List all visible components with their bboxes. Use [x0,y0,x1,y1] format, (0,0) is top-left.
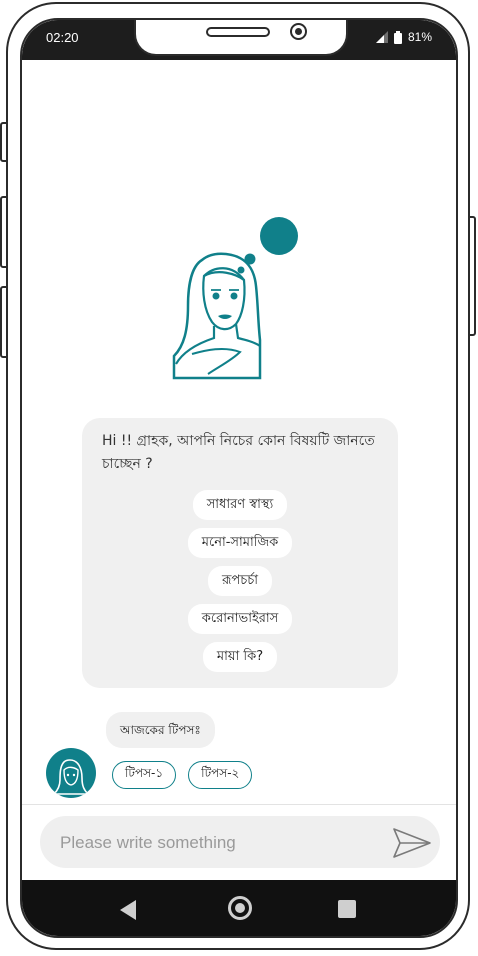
front-camera [290,23,307,40]
topic-options: সাধারণ স্বাস্থ্য মনো-সামাজিক রূপচর্চা কর… [82,490,398,672]
bot-message-card: Hi !! গ্রাহক, আপনি নিচের কোন বিষয়টি জান… [82,418,398,688]
speaker-grill [206,27,270,37]
option-what-is-maya-button[interactable]: মায়া কি? [202,642,278,672]
back-icon[interactable] [120,900,136,920]
chat-area: Hi !! গ্রাহক, আপনি নিচের কোন বিষয়টি জান… [22,60,456,880]
tips-label-bubble: আজকের টিপসঃ [106,712,215,748]
phone-screen: 02:20 81% Hi !! গ্রাহক, আপনি নিচের কোন ব… [20,18,458,938]
avatar-woman-icon [52,759,90,795]
option-general-health-button[interactable]: সাধারণ স্বাস্থ্য [192,490,288,520]
option-coronavirus-button[interactable]: করোনাভাইরাস [187,604,293,634]
tip-1-button[interactable]: টিপস-১ [112,761,177,789]
composer-divider [22,804,456,805]
thinking-woman-illustration [172,217,298,380]
tip-chips: টিপস-১ টিপস-২ [112,761,253,789]
tip-2-button[interactable]: টিপস-২ [188,761,253,789]
option-psychosocial-button[interactable]: মনো-সামাজিক [187,528,293,558]
battery-percentage: 81% [407,30,432,44]
signal-icon [375,31,388,43]
send-icon[interactable] [392,826,432,860]
bot-message-text: Hi !! গ্রাহক, আপনি নিচের কোন বিষয়টি জান… [102,433,375,472]
bot-avatar [46,748,96,798]
message-input[interactable] [58,828,382,858]
option-beauty-care-button[interactable]: রূপচর্চা [207,566,273,596]
message-composer [40,816,440,868]
recent-apps-icon[interactable] [338,900,356,918]
home-icon[interactable] [228,896,252,920]
battery-icon [393,30,402,44]
phone-notch [134,20,348,56]
navigation-bar [22,880,456,936]
status-icons: 81% [375,30,432,44]
status-bar: 02:20 81% [22,20,456,60]
status-time: 02:20 [46,30,79,45]
